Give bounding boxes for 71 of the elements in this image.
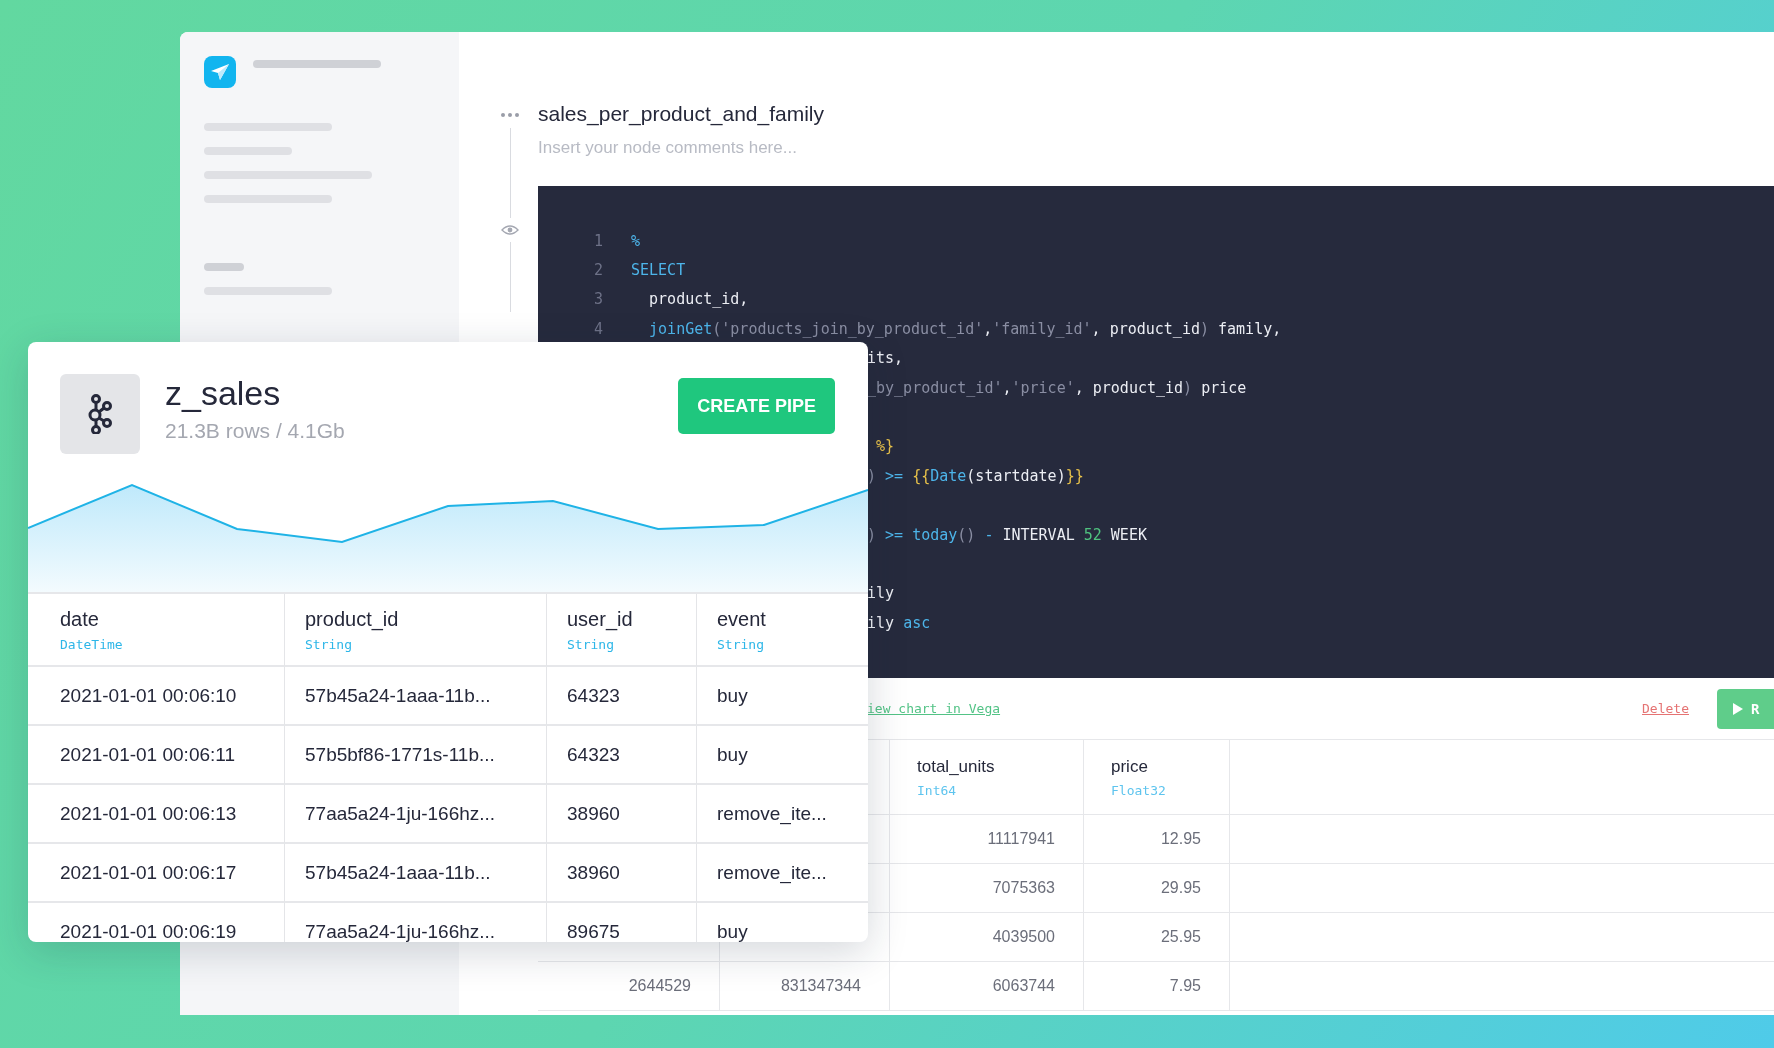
table-cell: 77aa5a24-1ju-166hz... xyxy=(285,785,547,844)
column-type: String xyxy=(717,636,765,652)
table-cell: 6063744 xyxy=(890,962,1084,1011)
datasource-title: z_sales xyxy=(165,374,282,413)
table-cell: 77aa5a24-1ju-166hz... xyxy=(285,903,547,942)
code-line: joinGet('products_join_by_product_id','family_id', product_id) family, xyxy=(648,319,1282,338)
table-cell: buy xyxy=(697,903,868,942)
code-line: product_id, xyxy=(648,290,749,309)
table-cell: 11117941 xyxy=(890,815,1084,864)
table-cell: 2021-01-01 00:06:10 xyxy=(28,667,285,726)
table-cell: 2021-01-01 00:06:17 xyxy=(28,844,285,903)
table-cell: 25.95 xyxy=(1084,913,1230,962)
table-cell: 64323 xyxy=(547,667,697,726)
code-line: % xyxy=(631,231,641,250)
table-cell: 38960 xyxy=(547,844,697,903)
comment-field[interactable]: Insert your node comments here... xyxy=(538,138,938,158)
node-title: sales_per_product_and_family xyxy=(538,102,825,126)
column-type: String xyxy=(305,636,353,652)
table-cell: buy xyxy=(697,726,868,785)
skeleton-bar xyxy=(204,263,244,271)
run-button[interactable]: R xyxy=(1717,688,1774,729)
node-graph-icon xyxy=(60,374,140,454)
column-name: total_units xyxy=(917,756,996,777)
chart-link[interactable]: iew chart in Vega xyxy=(867,701,1001,716)
logo-icon xyxy=(204,56,236,88)
table-cell: 57b45a24-1aaa-11b... xyxy=(285,667,547,726)
table-cell: 64323 xyxy=(547,726,697,785)
play-icon xyxy=(1733,702,1743,715)
column-type: Int64 xyxy=(917,782,958,798)
table-cell: remove_ite... xyxy=(697,785,868,844)
table-cell: 89675 xyxy=(547,903,697,942)
column-name: date xyxy=(60,607,100,631)
table-cell: 2021-01-01 00:06:11 xyxy=(28,726,285,785)
line-number: 4 xyxy=(593,319,603,338)
code-line: ily xyxy=(867,584,895,603)
column-name: event xyxy=(717,607,767,631)
table-cell: 12.95 xyxy=(1084,815,1230,864)
code-line: ) >= {{Date(startdate)}} xyxy=(867,466,1084,485)
column-name: product_id xyxy=(305,607,400,631)
line-number: 2 xyxy=(593,261,603,280)
table-cell: 57b5bf86-1771s-11b... xyxy=(285,726,547,785)
eye-icon[interactable] xyxy=(501,224,519,236)
column-name: price xyxy=(1111,756,1149,777)
code-line: %} xyxy=(875,437,895,456)
column-name: user_id xyxy=(567,607,634,631)
line-number: 3 xyxy=(593,290,603,309)
datasource-stats: 21.3B rows / 4.1Gb xyxy=(165,419,346,443)
table-cell: 57b45a24-1aaa-11b... xyxy=(285,844,547,903)
more-icon[interactable] xyxy=(500,112,520,118)
table-cell: 2021-01-01 00:06:13 xyxy=(28,785,285,844)
code-line: _by_product_id','price', product_id) price xyxy=(867,378,1247,397)
table-cell: buy xyxy=(697,667,868,726)
table-cell: 7075363 xyxy=(890,864,1084,913)
column-type: String xyxy=(567,636,615,652)
table-cell: 2021-01-01 00:06:19 xyxy=(28,903,285,942)
create-pipe-button[interactable]: CREATE PIPE xyxy=(678,378,835,434)
table-cell: 7.95 xyxy=(1084,962,1230,1011)
column-type: Float32 xyxy=(1111,782,1167,798)
code-line: its, xyxy=(867,349,904,368)
code-line: ily asc xyxy=(867,613,931,632)
column-type: DateTime xyxy=(60,636,124,652)
table-cell: 29.95 xyxy=(1084,864,1230,913)
code-line: SELECT xyxy=(631,261,686,280)
table-cell: 38960 xyxy=(547,785,697,844)
table-cell: 2644529 xyxy=(538,962,720,1011)
table-cell: 831347344 xyxy=(720,962,890,1011)
table-cell: 4039500 xyxy=(890,913,1084,962)
code-line: ) >= today() - INTERVAL 52 WEEK xyxy=(867,525,1147,544)
line-number: 1 xyxy=(593,231,603,250)
table-cell: remove_ite... xyxy=(697,844,868,903)
delete-link[interactable]: Delete xyxy=(1642,701,1689,716)
